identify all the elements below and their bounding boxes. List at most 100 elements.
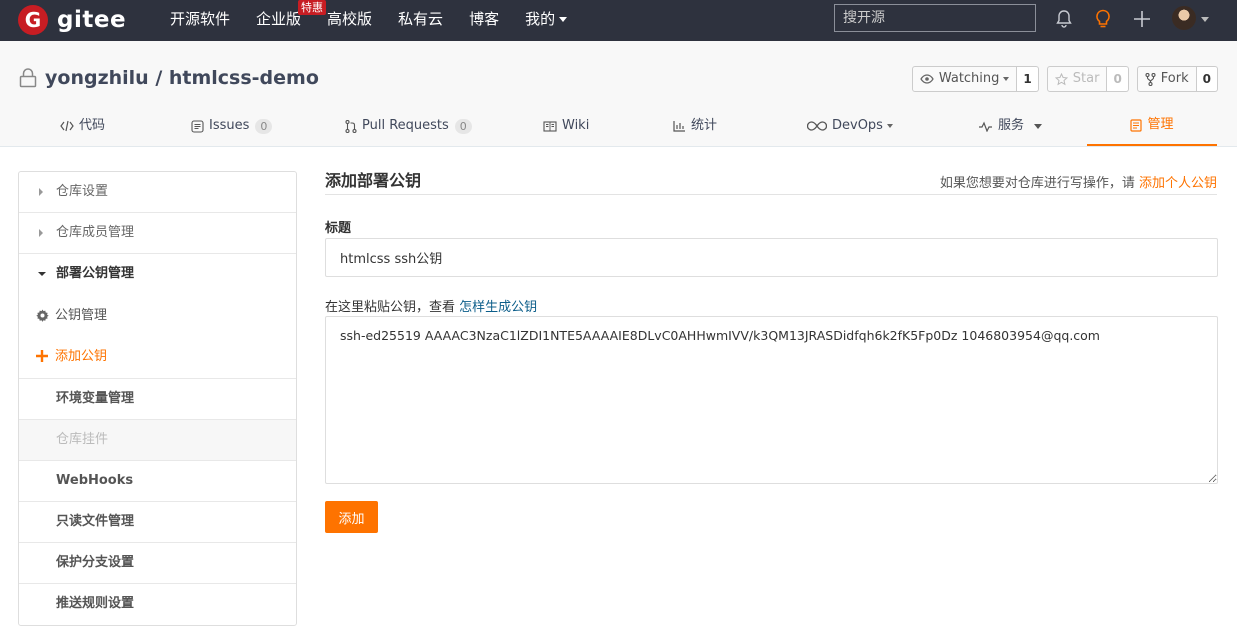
main-nav: 开源软件 企业版 特惠 高校版 私有云 博客 我的 bbox=[170, 0, 568, 41]
sidebar-item-repo-settings[interactable]: 仓库设置 bbox=[19, 172, 296, 213]
plus-icon[interactable] bbox=[1132, 9, 1152, 29]
issues-count-badge: 0 bbox=[255, 118, 273, 134]
nav-item-mine-label: 我的 bbox=[525, 10, 556, 28]
chevron-down-icon bbox=[1034, 123, 1043, 129]
star-button[interactable]: Star bbox=[1046, 66, 1108, 92]
title-label: 标题 bbox=[325, 221, 352, 236]
settings-sidebar: 仓库设置 仓库成员管理 部署公钥管理 公钥管理 添加公钥 环境变量管理 仓库挂件… bbox=[18, 171, 297, 626]
repo-actions: Watching 1 Star 0 Fork 0 bbox=[904, 66, 1218, 92]
key-textarea[interactable]: ssh-ed25519 AAAAC3NzaC1lZDI1NTE5AAAAIE8D… bbox=[325, 316, 1218, 484]
key-label: 在这里粘贴公钥，查看 怎样生成公钥 bbox=[325, 296, 537, 315]
star-icon bbox=[1054, 72, 1068, 85]
gitee-logo-icon: G bbox=[18, 5, 48, 35]
repo-tabs: 代码 Issues 0 Pull Requests 0 Wiki 统计 DevO… bbox=[0, 106, 1237, 146]
hint-text: 如果您想要对仓库进行写操作，请 bbox=[939, 176, 1135, 191]
gitee-logo[interactable]: G gitee bbox=[18, 5, 126, 35]
tab-manage[interactable]: 管理 bbox=[1087, 106, 1217, 146]
tab-manage-label: 管理 bbox=[1147, 117, 1174, 132]
sidebar-item-readonly[interactable]: 只读文件管理 bbox=[19, 502, 296, 543]
chevron-right-icon bbox=[39, 229, 43, 237]
repo-title: yongzhilu / htmlcss-demo bbox=[19, 67, 319, 89]
sidebar-subitem-label: 公钥管理 bbox=[55, 308, 108, 323]
tab-issues-label: Issues bbox=[209, 118, 250, 133]
pulse-icon bbox=[979, 121, 992, 132]
tab-services-label: 服务 bbox=[998, 118, 1025, 133]
tab-stats-label: 统计 bbox=[691, 118, 718, 133]
sidebar-item-env[interactable]: 环境变量管理 bbox=[19, 379, 296, 420]
plus-icon bbox=[36, 350, 48, 362]
sidebar-item-deploy-keys[interactable]: 部署公钥管理 bbox=[19, 254, 296, 295]
add-button[interactable]: 添加 bbox=[325, 501, 378, 533]
bulb-icon[interactable] bbox=[1093, 9, 1113, 29]
lock-icon bbox=[19, 68, 37, 88]
nav-item-opensource[interactable]: 开源软件 bbox=[170, 0, 230, 41]
sidebar-item-label: 仓库成员管理 bbox=[56, 225, 135, 240]
main-header: 添加部署公钥 如果您想要对仓库进行写操作，请 添加个人公钥 bbox=[325, 169, 1217, 195]
settings-doc-icon bbox=[1130, 118, 1143, 132]
chevron-down-icon bbox=[38, 272, 46, 276]
sidebar-item-members[interactable]: 仓库成员管理 bbox=[19, 213, 296, 254]
sidebar-item-label: 仓库设置 bbox=[56, 184, 109, 199]
fork-count[interactable]: 0 bbox=[1196, 66, 1218, 92]
fork-label: Fork bbox=[1160, 71, 1189, 86]
tab-wiki[interactable]: Wiki bbox=[543, 106, 589, 146]
nav-item-private-cloud[interactable]: 私有云 bbox=[398, 0, 443, 41]
sidebar-item-push-rules[interactable]: 推送规则设置 bbox=[19, 584, 296, 625]
chevron-right-icon bbox=[39, 188, 43, 196]
nav-item-education[interactable]: 高校版 bbox=[327, 0, 372, 41]
tab-devops[interactable]: DevOps bbox=[807, 106, 893, 146]
chevron-down-icon bbox=[559, 17, 568, 22]
sidebar-subitem-add-key[interactable]: 添加公钥 bbox=[19, 336, 296, 379]
pull-request-icon bbox=[345, 119, 357, 133]
star-group: Star 0 bbox=[1046, 66, 1129, 92]
nav-item-mine[interactable]: 我的 bbox=[525, 0, 568, 41]
tab-code-label: 代码 bbox=[79, 118, 106, 133]
repo-path[interactable]: yongzhilu / htmlcss-demo bbox=[45, 67, 319, 89]
fork-group: Fork 0 bbox=[1136, 66, 1218, 92]
brand-name: gitee bbox=[57, 7, 127, 33]
watch-button[interactable]: Watching bbox=[911, 66, 1018, 92]
tab-pull-requests-label: Pull Requests bbox=[362, 118, 449, 133]
tab-wiki-label: Wiki bbox=[562, 118, 590, 133]
search-input[interactable] bbox=[834, 4, 1036, 32]
tab-services[interactable]: 服务 bbox=[978, 106, 1043, 146]
title-input[interactable] bbox=[325, 238, 1218, 277]
nav-item-blog[interactable]: 博客 bbox=[469, 0, 499, 41]
user-avatar[interactable] bbox=[1172, 6, 1196, 30]
tab-pull-requests[interactable]: Pull Requests 0 bbox=[345, 106, 472, 146]
gear-icon bbox=[36, 309, 49, 322]
sidebar-subitem-key-manage[interactable]: 公钥管理 bbox=[19, 295, 296, 336]
fork-button[interactable]: Fork bbox=[1136, 66, 1197, 92]
sidebar-item-webhooks[interactable]: WebHooks bbox=[19, 461, 296, 502]
sidebar-item-label: 部署公钥管理 bbox=[56, 266, 135, 281]
tab-stats[interactable]: 统计 bbox=[673, 106, 717, 146]
project-header: yongzhilu / htmlcss-demo Watching 1 Star… bbox=[0, 41, 1237, 147]
star-label: Star bbox=[1072, 71, 1100, 86]
nav-item-enterprise-label: 企业版 bbox=[256, 10, 302, 28]
sidebar-subitem-label: 添加公钥 bbox=[55, 349, 108, 364]
sidebar-item-hooks: 仓库挂件 bbox=[19, 420, 296, 461]
tab-code[interactable]: 代码 bbox=[60, 106, 105, 146]
star-count[interactable]: 0 bbox=[1107, 66, 1129, 92]
chevron-down-icon bbox=[886, 124, 893, 128]
watch-label: Watching bbox=[938, 71, 1000, 86]
avatar-chevron-down-icon[interactable] bbox=[1201, 17, 1209, 22]
eye-icon bbox=[920, 74, 934, 84]
pulls-count-badge: 0 bbox=[454, 118, 472, 134]
watch-count[interactable]: 1 bbox=[1017, 66, 1039, 92]
infinity-icon bbox=[807, 121, 827, 131]
key-label-text: 在这里粘贴公钥，查看 bbox=[325, 300, 456, 315]
chevron-down-icon bbox=[1003, 77, 1010, 81]
wiki-icon bbox=[543, 120, 557, 132]
tab-issues[interactable]: Issues 0 bbox=[191, 106, 273, 146]
sidebar-item-protect[interactable]: 保护分支设置 bbox=[19, 543, 296, 584]
how-to-generate-key-link[interactable]: 怎样生成公钥 bbox=[459, 300, 537, 315]
watch-group: Watching 1 bbox=[911, 66, 1039, 92]
bar-chart-icon bbox=[673, 121, 685, 132]
add-personal-key-link[interactable]: 添加个人公钥 bbox=[1139, 176, 1217, 191]
bell-icon[interactable] bbox=[1054, 9, 1074, 29]
nav-item-enterprise[interactable]: 企业版 特惠 bbox=[256, 0, 327, 41]
issues-icon bbox=[191, 119, 204, 133]
tab-devops-label: DevOps bbox=[832, 118, 883, 133]
main-hint: 如果您想要对仓库进行写操作，请 添加个人公钥 bbox=[940, 172, 1217, 191]
